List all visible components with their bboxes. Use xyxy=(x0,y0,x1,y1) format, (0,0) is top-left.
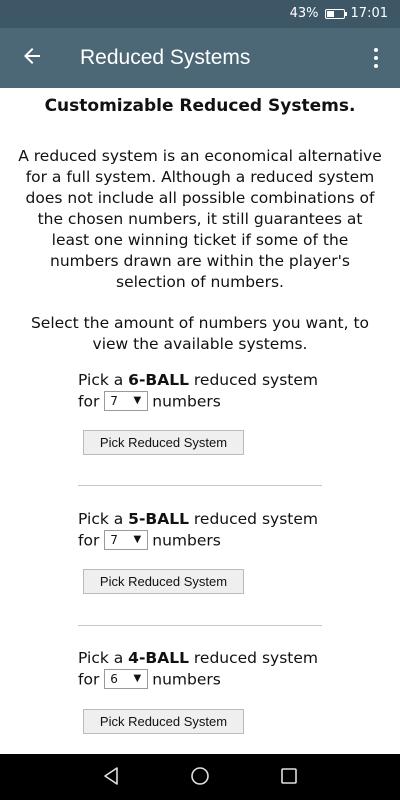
divider xyxy=(78,625,322,626)
picker-select-line: for 7 ▼ numbers xyxy=(78,391,322,413)
numbers-dropdown[interactable]: 7 ▼ xyxy=(104,391,149,411)
battery-icon xyxy=(324,8,347,19)
for-label: for xyxy=(78,670,100,689)
back-arrow-glyph xyxy=(24,48,40,64)
select-prompt: Select the amount of numbers you want, t… xyxy=(30,314,370,353)
picker-prefix: Pick a xyxy=(78,649,129,667)
picker-6-ball: Pick a 6-BALL reduced system for 7 ▼ numbe… xyxy=(78,370,322,413)
dot xyxy=(374,64,378,68)
picker-select-line: for 7 ▼ numbers xyxy=(78,530,322,552)
picker-title: Pick a 6-BALL reduced system xyxy=(78,370,322,391)
picker-prefix: Pick a xyxy=(78,371,129,389)
dropdown-caret-icon: ▼ xyxy=(133,673,142,684)
content-heading: Customizable Reduced Systems. xyxy=(44,96,356,116)
picker-select-line: for 6 ▼ numbers xyxy=(78,669,322,691)
ball-label: 5-BALL xyxy=(128,510,189,528)
ball-label: 6-BALL xyxy=(128,371,189,389)
dot xyxy=(374,56,378,60)
numbers-label: numbers xyxy=(152,531,221,550)
system-nav-bar xyxy=(0,754,400,800)
dropdown-value: 6 xyxy=(110,672,118,686)
home-circle-icon[interactable] xyxy=(188,764,212,788)
dropdown-caret-icon: ▼ xyxy=(133,395,142,406)
numbers-label: numbers xyxy=(152,392,221,411)
back-triangle-icon[interactable] xyxy=(99,764,123,788)
picker-suffix: reduced system xyxy=(188,649,318,667)
back-arrow-icon[interactable] xyxy=(18,44,46,72)
ball-label: 4-BALL xyxy=(128,649,189,667)
for-label: for xyxy=(78,531,100,550)
battery-level xyxy=(326,10,334,17)
clock: 17:01 xyxy=(350,6,388,21)
numbers-dropdown[interactable]: 6 ▼ xyxy=(104,669,149,689)
recents-square-icon[interactable] xyxy=(277,764,301,788)
pick-reduced-system-button[interactable]: Pick Reduced System xyxy=(83,430,244,455)
dropdown-value: 7 xyxy=(110,533,118,547)
picker-suffix: reduced system xyxy=(188,371,318,389)
picker-4-ball: Pick a 4-BALL reduced system for 6 ▼ numbe… xyxy=(78,648,322,691)
home-circle-glyph xyxy=(191,767,209,785)
dot xyxy=(374,48,378,52)
picker-suffix: reduced system xyxy=(188,510,318,528)
picker-prefix: Pick a xyxy=(78,510,129,528)
main-content: Customizable Reduced Systems. A reduced … xyxy=(0,88,400,754)
more-options-icon[interactable] xyxy=(364,44,388,72)
page-title: Reduced Systems xyxy=(80,46,251,69)
dropdown-value: 7 xyxy=(110,394,118,408)
numbers-dropdown[interactable]: 7 ▼ xyxy=(104,530,149,550)
picker-5-ball: Pick a 5-BALL reduced system for 7 ▼ numbe… xyxy=(78,509,322,552)
for-label: for xyxy=(78,392,100,411)
picker-title: Pick a 4-BALL reduced system xyxy=(78,648,322,669)
description-text: A reduced system is an economical altern… xyxy=(18,147,382,291)
recents-square-glyph xyxy=(281,768,297,784)
divider xyxy=(78,485,322,486)
status-bar: 43% 17:01 xyxy=(0,0,400,28)
numbers-label: numbers xyxy=(152,670,221,689)
back-triangle-glyph xyxy=(104,767,118,785)
picker-title: Pick a 5-BALL reduced system xyxy=(78,509,322,530)
battery-percent: 43% xyxy=(289,6,319,21)
dropdown-caret-icon: ▼ xyxy=(133,534,142,545)
status-indicators: 43% 17:01 xyxy=(290,6,388,21)
app-bar: Reduced Systems xyxy=(0,28,400,88)
pick-reduced-system-button[interactable]: Pick Reduced System xyxy=(83,569,244,594)
pick-reduced-system-button[interactable]: Pick Reduced System xyxy=(83,709,244,734)
